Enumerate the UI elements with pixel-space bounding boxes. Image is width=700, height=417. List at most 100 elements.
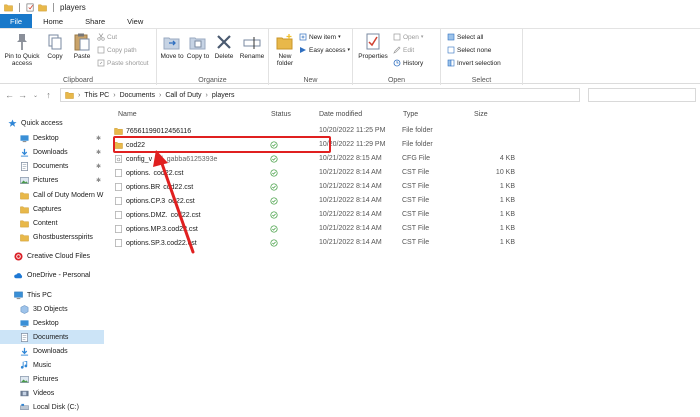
tab-view[interactable]: View xyxy=(116,14,154,28)
copy-button[interactable]: Copy xyxy=(44,32,66,60)
nav-videos[interactable]: Videos xyxy=(0,386,104,400)
file-name: options. xyxy=(126,169,151,177)
file-icon xyxy=(115,225,122,233)
pin-icon[interactable]: ✱ xyxy=(96,149,101,156)
nav-local-disk[interactable]: Local Disk (C:) xyxy=(0,400,104,414)
onedrive-cloud-icon xyxy=(14,272,23,278)
pin-icon[interactable]: ✱ xyxy=(96,177,101,184)
easy-access-icon xyxy=(300,47,306,53)
file-name: options.SP.3.cod22.cst xyxy=(126,239,197,247)
open-button[interactable]: Open ▾ xyxy=(393,33,423,41)
copy-path-button[interactable]: Copy path xyxy=(97,46,137,54)
download-arrow-icon xyxy=(20,347,29,356)
new-folder-icon[interactable] xyxy=(38,3,47,12)
new-folder-button[interactable]: New folder xyxy=(272,32,298,67)
column-header-status[interactable]: Status xyxy=(271,111,291,123)
file-size: 1 KB xyxy=(499,225,515,232)
nav-pictures[interactable]: Pictures ✱ xyxy=(0,173,104,187)
column-header-size[interactable]: Size xyxy=(474,111,488,123)
search-input[interactable] xyxy=(588,88,696,102)
properties-button[interactable]: Properties xyxy=(356,32,390,60)
pin-to-quick-access-button[interactable]: Pin to Quick access xyxy=(3,32,41,67)
nav-documents[interactable]: Documents ✱ xyxy=(0,159,104,173)
nav-content-folder[interactable]: Content xyxy=(0,216,104,230)
tab-home[interactable]: Home xyxy=(32,14,74,28)
paste-shortcut-button[interactable]: Paste shortcut xyxy=(97,59,149,67)
file-row[interactable]: options.CP.3 od22.cst 10/21/2022 8:14 AM … xyxy=(110,196,515,208)
breadcrumb-players[interactable]: players xyxy=(212,92,235,99)
rename-icon xyxy=(243,37,261,49)
file-row[interactable]: options.SP.3.cod22.cst 10/21/2022 8:14 A… xyxy=(110,238,515,250)
pin-icon[interactable]: ✱ xyxy=(96,135,101,142)
new-item-icon xyxy=(299,33,307,41)
tab-file[interactable]: File xyxy=(0,14,33,28)
column-header-type[interactable]: Type xyxy=(403,111,418,123)
nav-onedrive[interactable]: OneDrive - Personal xyxy=(0,268,104,282)
nav-pc-pictures[interactable]: Pictures xyxy=(0,372,104,386)
move-to-label: Move to xyxy=(160,53,184,60)
file-date: 10/21/2022 8:14 AM xyxy=(319,183,382,190)
cut-button[interactable]: Cut xyxy=(97,33,117,41)
file-row[interactable]: options.BR cod22.cst 10/21/2022 8:14 AM C… xyxy=(110,182,515,194)
rename-label: Rename xyxy=(239,53,265,60)
file-row[interactable]: options.DMZ. cod22.cst 10/21/2022 8:14 AM… xyxy=(110,210,515,222)
properties-icon[interactable] xyxy=(26,3,35,12)
tab-share[interactable]: Share xyxy=(74,14,116,28)
music-note-icon xyxy=(20,360,28,369)
file-type: File folder xyxy=(402,127,433,134)
invert-selection-button[interactable]: Invert selection xyxy=(447,59,501,67)
delete-button[interactable]: Delete xyxy=(212,32,236,60)
toolbar-divider xyxy=(19,2,20,12)
history-button[interactable]: History xyxy=(393,59,423,67)
invert-selection-label: Invert selection xyxy=(457,59,501,67)
file-row[interactable]: config_v ed_gabba6125393e 10/21/2022 8:15… xyxy=(110,154,515,166)
nav-pc-desktop[interactable]: Desktop xyxy=(0,316,104,330)
select-none-button[interactable]: Select none xyxy=(447,46,491,54)
nav-downloads[interactable]: Downloads ✱ xyxy=(0,145,104,159)
history-label: History xyxy=(403,59,424,67)
easy-access-button[interactable]: Easy access ▾ xyxy=(299,46,350,54)
nav-pc-downloads[interactable]: Downloads xyxy=(0,344,104,358)
rename-button[interactable]: Rename xyxy=(238,32,266,60)
nav-ghostbusters-folder[interactable]: Ghostbustersspirits xyxy=(0,230,104,244)
file-name-suffix: od22.cst xyxy=(168,197,195,205)
back-arrow-icon[interactable]: ← xyxy=(3,90,16,100)
nav-label: Downloads xyxy=(33,347,68,355)
nav-label: Music xyxy=(33,361,52,369)
move-to-button[interactable]: Move to xyxy=(160,32,184,60)
nav-music[interactable]: Music xyxy=(0,358,104,372)
edit-button[interactable]: Edit xyxy=(393,46,414,54)
sync-status-check-icon xyxy=(270,239,278,249)
file-type: CST File xyxy=(402,197,430,204)
nav-quick-access[interactable]: Quick access xyxy=(0,116,104,130)
new-item-button[interactable]: New item ▾ xyxy=(299,33,341,41)
recent-chevron-icon[interactable]: ⌄ xyxy=(29,92,42,99)
nav-label: Documents xyxy=(33,333,69,341)
clipboard-group-label: Clipboard xyxy=(63,77,93,84)
select-all-button[interactable]: Select all xyxy=(447,33,483,41)
nav-captures-folder[interactable]: Captures xyxy=(0,202,104,216)
sync-status-check-icon xyxy=(270,225,278,235)
address-bar[interactable]: › This PC › Documents › Call of Duty › p… xyxy=(60,88,580,102)
paste-button[interactable]: Paste xyxy=(70,32,94,60)
nav-call-of-duty-folder[interactable]: Call of Duty Modern W xyxy=(0,188,104,202)
nav-this-pc[interactable]: This PC xyxy=(0,288,104,302)
nav-creative-cloud[interactable]: Creative Cloud Files xyxy=(0,249,104,263)
edit-icon xyxy=(393,46,401,54)
pin-icon[interactable]: ✱ xyxy=(96,163,101,170)
forward-arrow-icon[interactable]: → xyxy=(16,90,29,100)
file-row[interactable]: options. cod22.cst 10/21/2022 8:14 AM CST… xyxy=(110,168,515,180)
column-header-date[interactable]: Date modified xyxy=(319,111,362,123)
file-row[interactable]: options.MP.3.cod22.cst 10/21/2022 8:14 A… xyxy=(110,224,515,236)
breadcrumb-documents[interactable]: Documents xyxy=(120,92,155,99)
breadcrumb-call-of-duty[interactable]: Call of Duty xyxy=(165,92,201,99)
copy-to-button[interactable]: Copy to xyxy=(186,32,210,60)
column-header-name[interactable]: Name xyxy=(118,111,137,123)
nav-pc-documents[interactable]: Documents xyxy=(0,330,104,344)
file-type: CST File xyxy=(402,211,430,218)
easy-access-label: Easy access xyxy=(309,46,346,54)
nav-desktop[interactable]: Desktop ✱ xyxy=(0,131,104,145)
nav-3d-objects[interactable]: 3D Objects xyxy=(0,302,104,316)
breadcrumb-this-pc[interactable]: This PC xyxy=(84,92,109,99)
up-arrow-icon[interactable]: ↑ xyxy=(42,90,55,100)
